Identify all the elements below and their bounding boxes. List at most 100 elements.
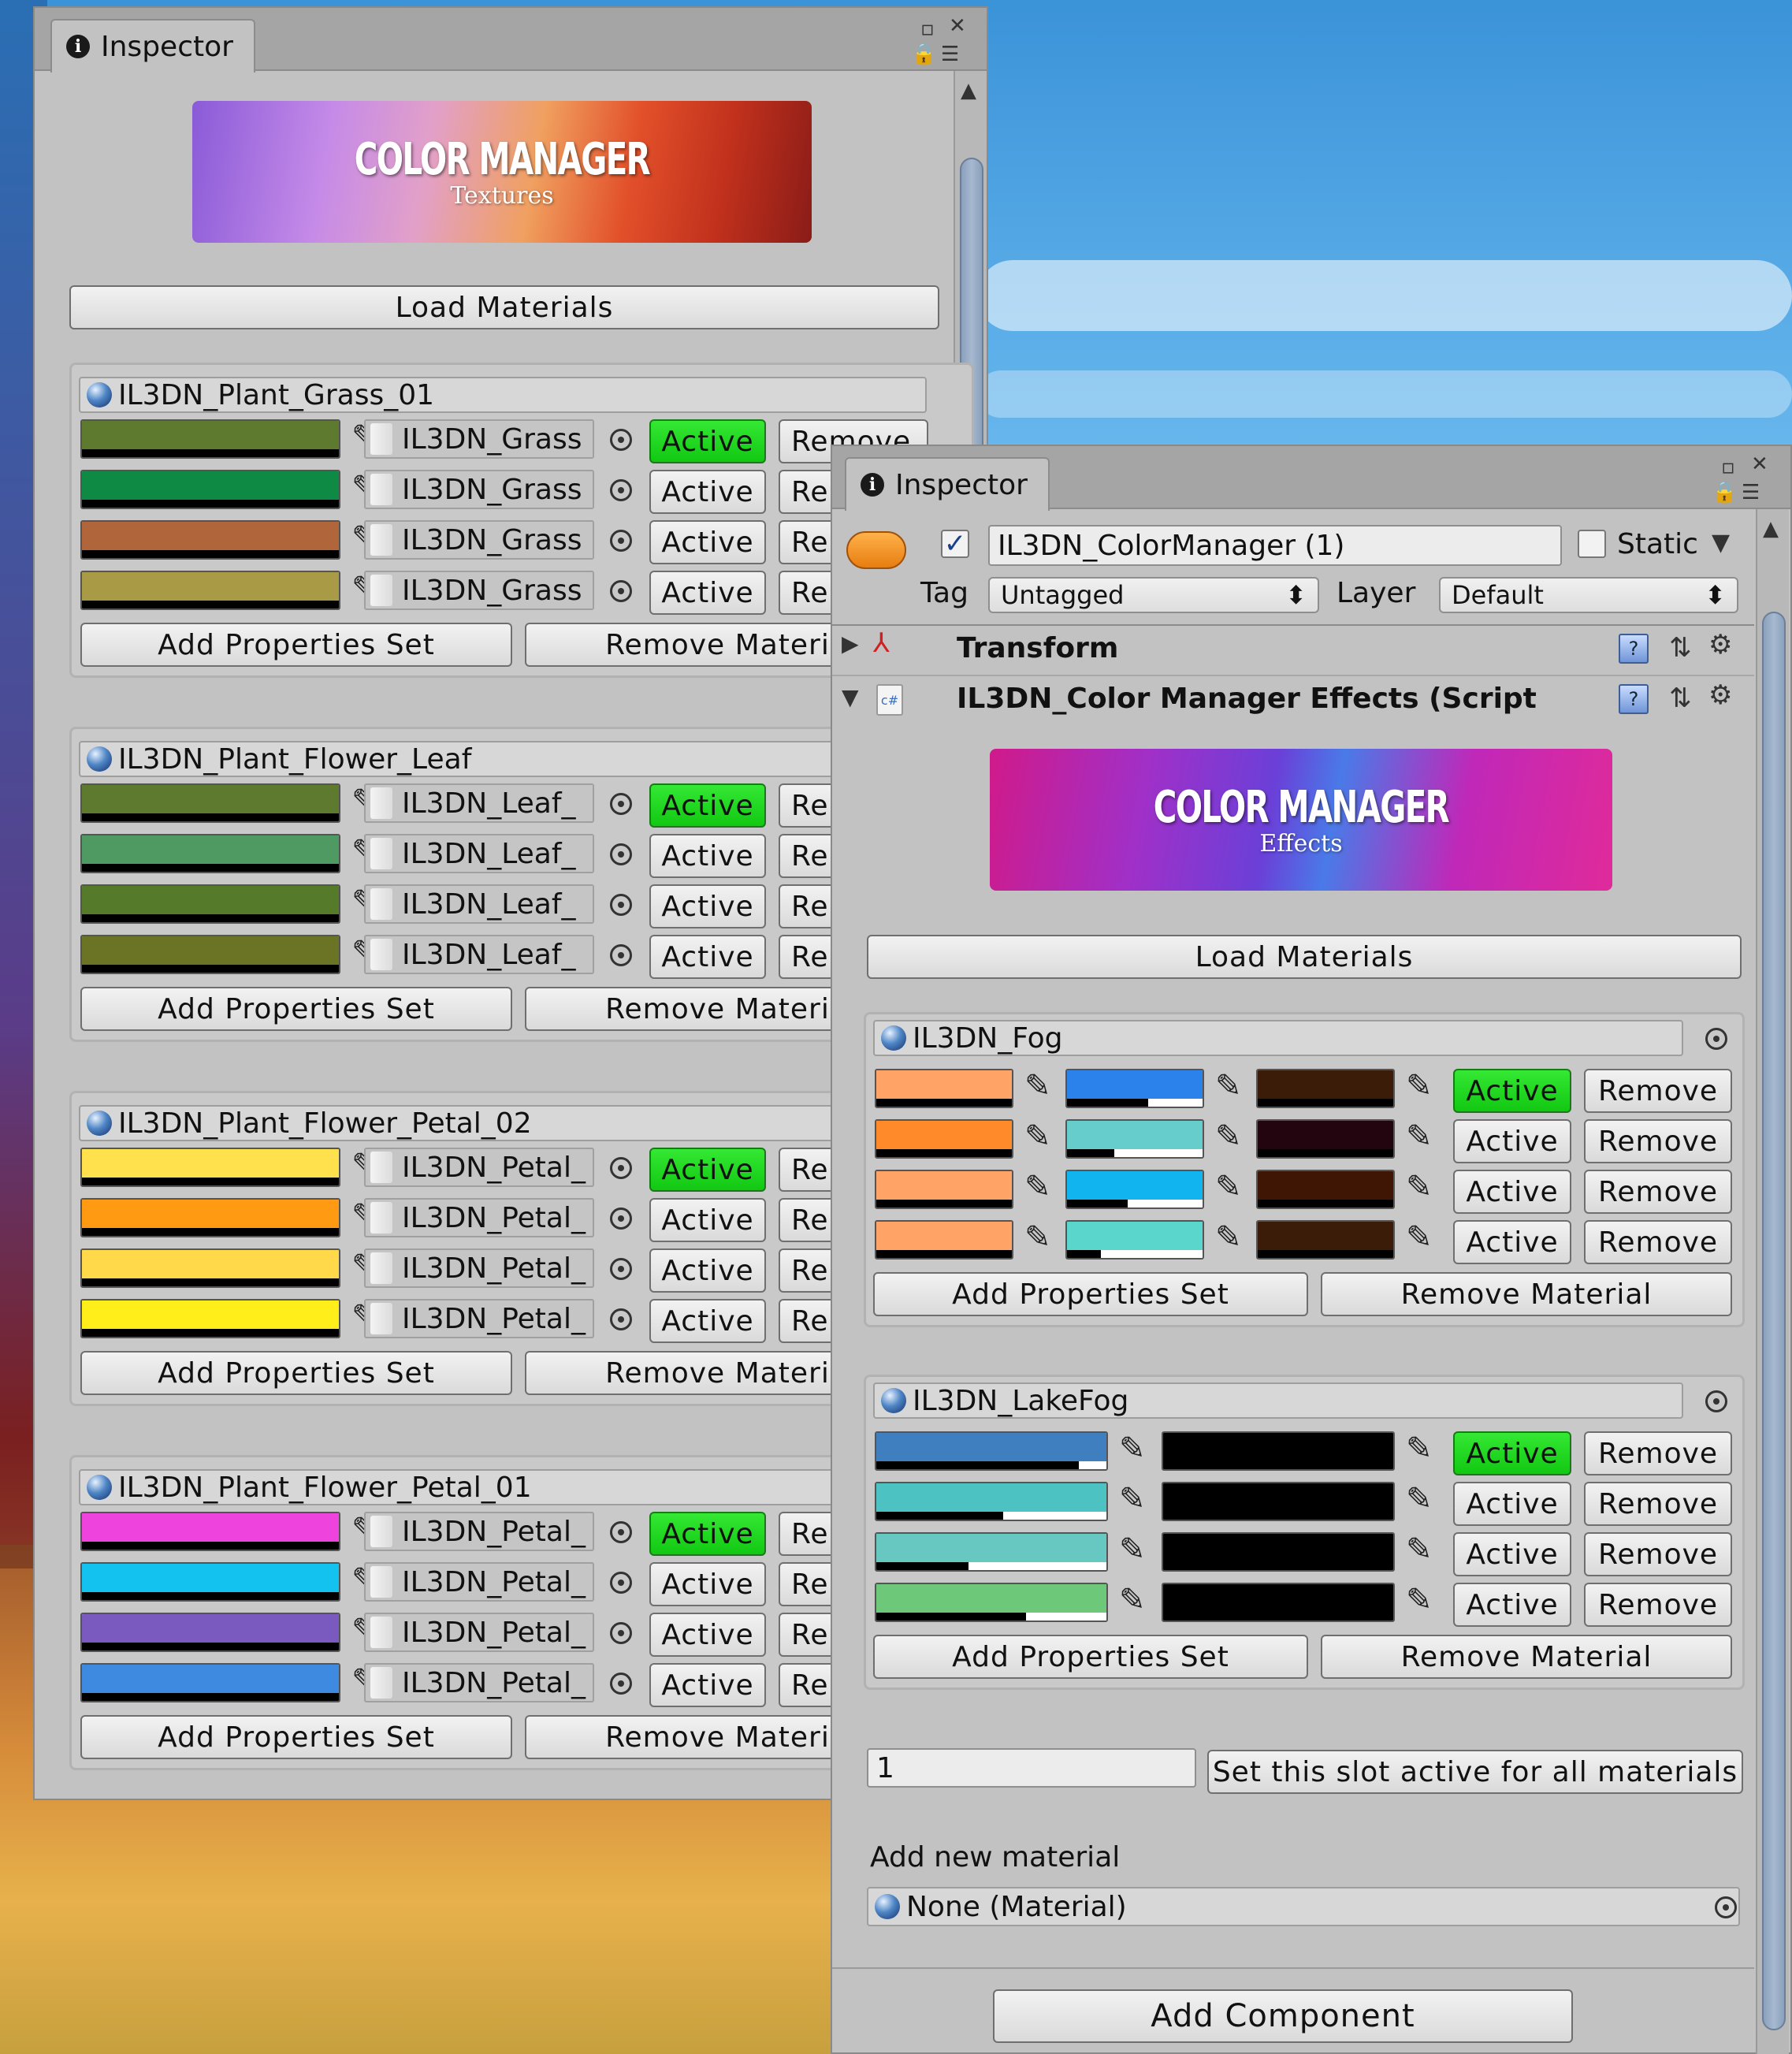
remove-material-button[interactable]: Remove Material bbox=[1321, 1635, 1732, 1679]
add-properties-set-button[interactable]: Add Properties Set bbox=[80, 987, 512, 1031]
add-properties-set-button[interactable]: Add Properties Set bbox=[873, 1635, 1308, 1679]
eyedropper-icon[interactable]: ✎ bbox=[1215, 1121, 1242, 1152]
color-swatch[interactable] bbox=[875, 1532, 1108, 1572]
color-swatch[interactable] bbox=[80, 571, 340, 610]
object-picker-icon[interactable] bbox=[610, 1207, 632, 1230]
texture-field[interactable]: IL3DN_Petal_ bbox=[364, 1663, 594, 1702]
preset-icon[interactable]: ⇅ bbox=[1669, 683, 1692, 714]
scroll-up-icon[interactable]: ▲ bbox=[1763, 517, 1779, 541]
eyedropper-icon[interactable]: ✎ bbox=[1024, 1121, 1051, 1152]
object-picker-icon[interactable] bbox=[610, 1308, 632, 1330]
eyedropper-icon[interactable]: ✎ bbox=[1119, 1534, 1146, 1565]
texture-field[interactable]: IL3DN_Leaf_ bbox=[364, 884, 594, 924]
active-button[interactable]: Active bbox=[649, 935, 766, 979]
texture-field[interactable]: IL3DN_Leaf_ bbox=[364, 834, 594, 873]
add-properties-set-button[interactable]: Add Properties Set bbox=[80, 1351, 512, 1395]
color-swatch[interactable] bbox=[875, 1170, 1013, 1209]
tag-dropdown[interactable]: Untagged ⬍ bbox=[988, 577, 1319, 613]
material-header[interactable]: IL3DN_Plant_Flower_Petal_01 bbox=[79, 1469, 927, 1505]
object-picker-icon[interactable] bbox=[610, 530, 632, 552]
eyedropper-icon[interactable]: ✎ bbox=[1024, 1070, 1051, 1102]
material-object-field[interactable]: None (Material) bbox=[867, 1887, 1740, 1926]
object-name-field[interactable]: IL3DN_ColorManager (1) bbox=[988, 525, 1562, 566]
material-header[interactable]: IL3DN_Plant_Flower_Leaf bbox=[79, 741, 927, 777]
material-header[interactable]: IL3DN_Plant_Grass_01 bbox=[79, 377, 927, 413]
scrollbar[interactable]: ▲ bbox=[1756, 509, 1789, 2054]
set-slot-active-button[interactable]: Set this slot active for all materials bbox=[1207, 1750, 1743, 1794]
object-picker-icon[interactable] bbox=[610, 894, 632, 916]
color-swatch[interactable] bbox=[80, 783, 340, 823]
color-swatch[interactable] bbox=[875, 1119, 1013, 1159]
active-checkbox[interactable]: ✓ bbox=[941, 528, 969, 560]
slot-index-field[interactable]: 1 bbox=[867, 1748, 1196, 1788]
object-picker-icon[interactable] bbox=[610, 1572, 632, 1594]
object-picker-icon[interactable] bbox=[610, 1622, 632, 1644]
color-swatch[interactable] bbox=[80, 1148, 340, 1187]
texture-field[interactable]: IL3DN_Grass bbox=[364, 419, 594, 459]
color-swatch[interactable] bbox=[875, 1482, 1108, 1521]
eyedropper-icon[interactable]: ✎ bbox=[1215, 1070, 1242, 1102]
object-picker-icon[interactable] bbox=[610, 429, 632, 451]
color-swatch[interactable] bbox=[875, 1431, 1108, 1471]
color-swatch[interactable] bbox=[80, 1613, 340, 1652]
texture-field[interactable]: IL3DN_Leaf_ bbox=[364, 935, 594, 974]
active-button[interactable]: Active bbox=[649, 1299, 766, 1343]
object-picker-icon[interactable] bbox=[610, 1258, 632, 1280]
script-header[interactable]: IL3DN_Color Manager Effects (Script bbox=[957, 683, 1537, 715]
color-swatch[interactable] bbox=[80, 1663, 340, 1702]
active-button[interactable]: Active bbox=[1453, 1220, 1571, 1264]
static-checkbox[interactable] bbox=[1578, 530, 1606, 558]
active-button[interactable]: Active bbox=[649, 571, 766, 615]
eyedropper-icon[interactable]: ✎ bbox=[1119, 1433, 1146, 1464]
active-button[interactable]: Active bbox=[649, 1512, 766, 1556]
object-picker-icon[interactable] bbox=[1705, 1390, 1727, 1412]
close-icon[interactable]: ✕ bbox=[949, 16, 966, 36]
active-button[interactable]: Active bbox=[649, 1562, 766, 1606]
object-picker-icon[interactable] bbox=[610, 1673, 632, 1695]
tab-inspector[interactable]: i Inspector bbox=[50, 19, 255, 73]
color-swatch[interactable] bbox=[1256, 1119, 1395, 1159]
active-button[interactable]: Active bbox=[1453, 1170, 1571, 1214]
texture-field[interactable]: IL3DN_Petal_ bbox=[364, 1148, 594, 1187]
texture-field[interactable]: IL3DN_Petal_ bbox=[364, 1248, 594, 1288]
active-button[interactable]: Active bbox=[649, 884, 766, 928]
add-properties-set-button[interactable]: Add Properties Set bbox=[80, 623, 512, 667]
add-properties-set-button[interactable]: Add Properties Set bbox=[80, 1715, 512, 1759]
texture-field[interactable]: IL3DN_Grass bbox=[364, 571, 594, 610]
texture-field[interactable]: IL3DN_Petal_ bbox=[364, 1512, 594, 1551]
color-swatch[interactable] bbox=[80, 1562, 340, 1602]
menu-icon[interactable]: ☰ bbox=[941, 44, 959, 65]
texture-field[interactable]: IL3DN_Petal_ bbox=[364, 1613, 594, 1652]
eyedropper-icon[interactable]: ✎ bbox=[1406, 1584, 1433, 1616]
menu-icon[interactable]: ☰ bbox=[1742, 482, 1760, 503]
color-swatch[interactable] bbox=[80, 1299, 340, 1338]
remove-button[interactable]: Remove bbox=[1584, 1482, 1732, 1526]
load-materials-button[interactable]: Load Materials bbox=[867, 935, 1742, 979]
remove-button[interactable]: Remove bbox=[1584, 1220, 1732, 1264]
texture-field[interactable]: IL3DN_Petal_ bbox=[364, 1299, 594, 1338]
active-button[interactable]: Active bbox=[649, 834, 766, 878]
object-picker-icon[interactable] bbox=[610, 843, 632, 865]
color-swatch[interactable] bbox=[1162, 1583, 1395, 1622]
preset-icon[interactable]: ⇅ bbox=[1669, 632, 1692, 664]
add-component-button[interactable]: Add Component bbox=[993, 1989, 1573, 2043]
eyedropper-icon[interactable]: ✎ bbox=[1024, 1171, 1051, 1203]
add-properties-set-button[interactable]: Add Properties Set bbox=[873, 1272, 1308, 1316]
color-swatch[interactable] bbox=[80, 470, 340, 509]
color-swatch[interactable] bbox=[875, 1069, 1013, 1108]
active-button[interactable]: Active bbox=[1453, 1431, 1571, 1475]
texture-field[interactable]: IL3DN_Petal_ bbox=[364, 1198, 594, 1237]
expand-arrow-icon[interactable]: ▶ bbox=[842, 631, 859, 657]
color-swatch[interactable] bbox=[1065, 1069, 1204, 1108]
active-button[interactable]: Active bbox=[649, 1663, 766, 1707]
eyedropper-icon[interactable]: ✎ bbox=[1406, 1222, 1433, 1253]
eyedropper-icon[interactable]: ✎ bbox=[1024, 1222, 1051, 1253]
color-swatch[interactable] bbox=[1065, 1119, 1204, 1159]
remove-material-button[interactable]: Remove Material bbox=[1321, 1272, 1732, 1316]
scroll-up-icon[interactable]: ▲ bbox=[961, 79, 976, 102]
static-dropdown-icon[interactable]: ▼ bbox=[1712, 531, 1730, 555]
eyedropper-icon[interactable]: ✎ bbox=[1215, 1222, 1242, 1253]
active-button[interactable]: Active bbox=[1453, 1482, 1571, 1526]
active-button[interactable]: Active bbox=[649, 1248, 766, 1293]
active-button[interactable]: Active bbox=[649, 783, 766, 828]
